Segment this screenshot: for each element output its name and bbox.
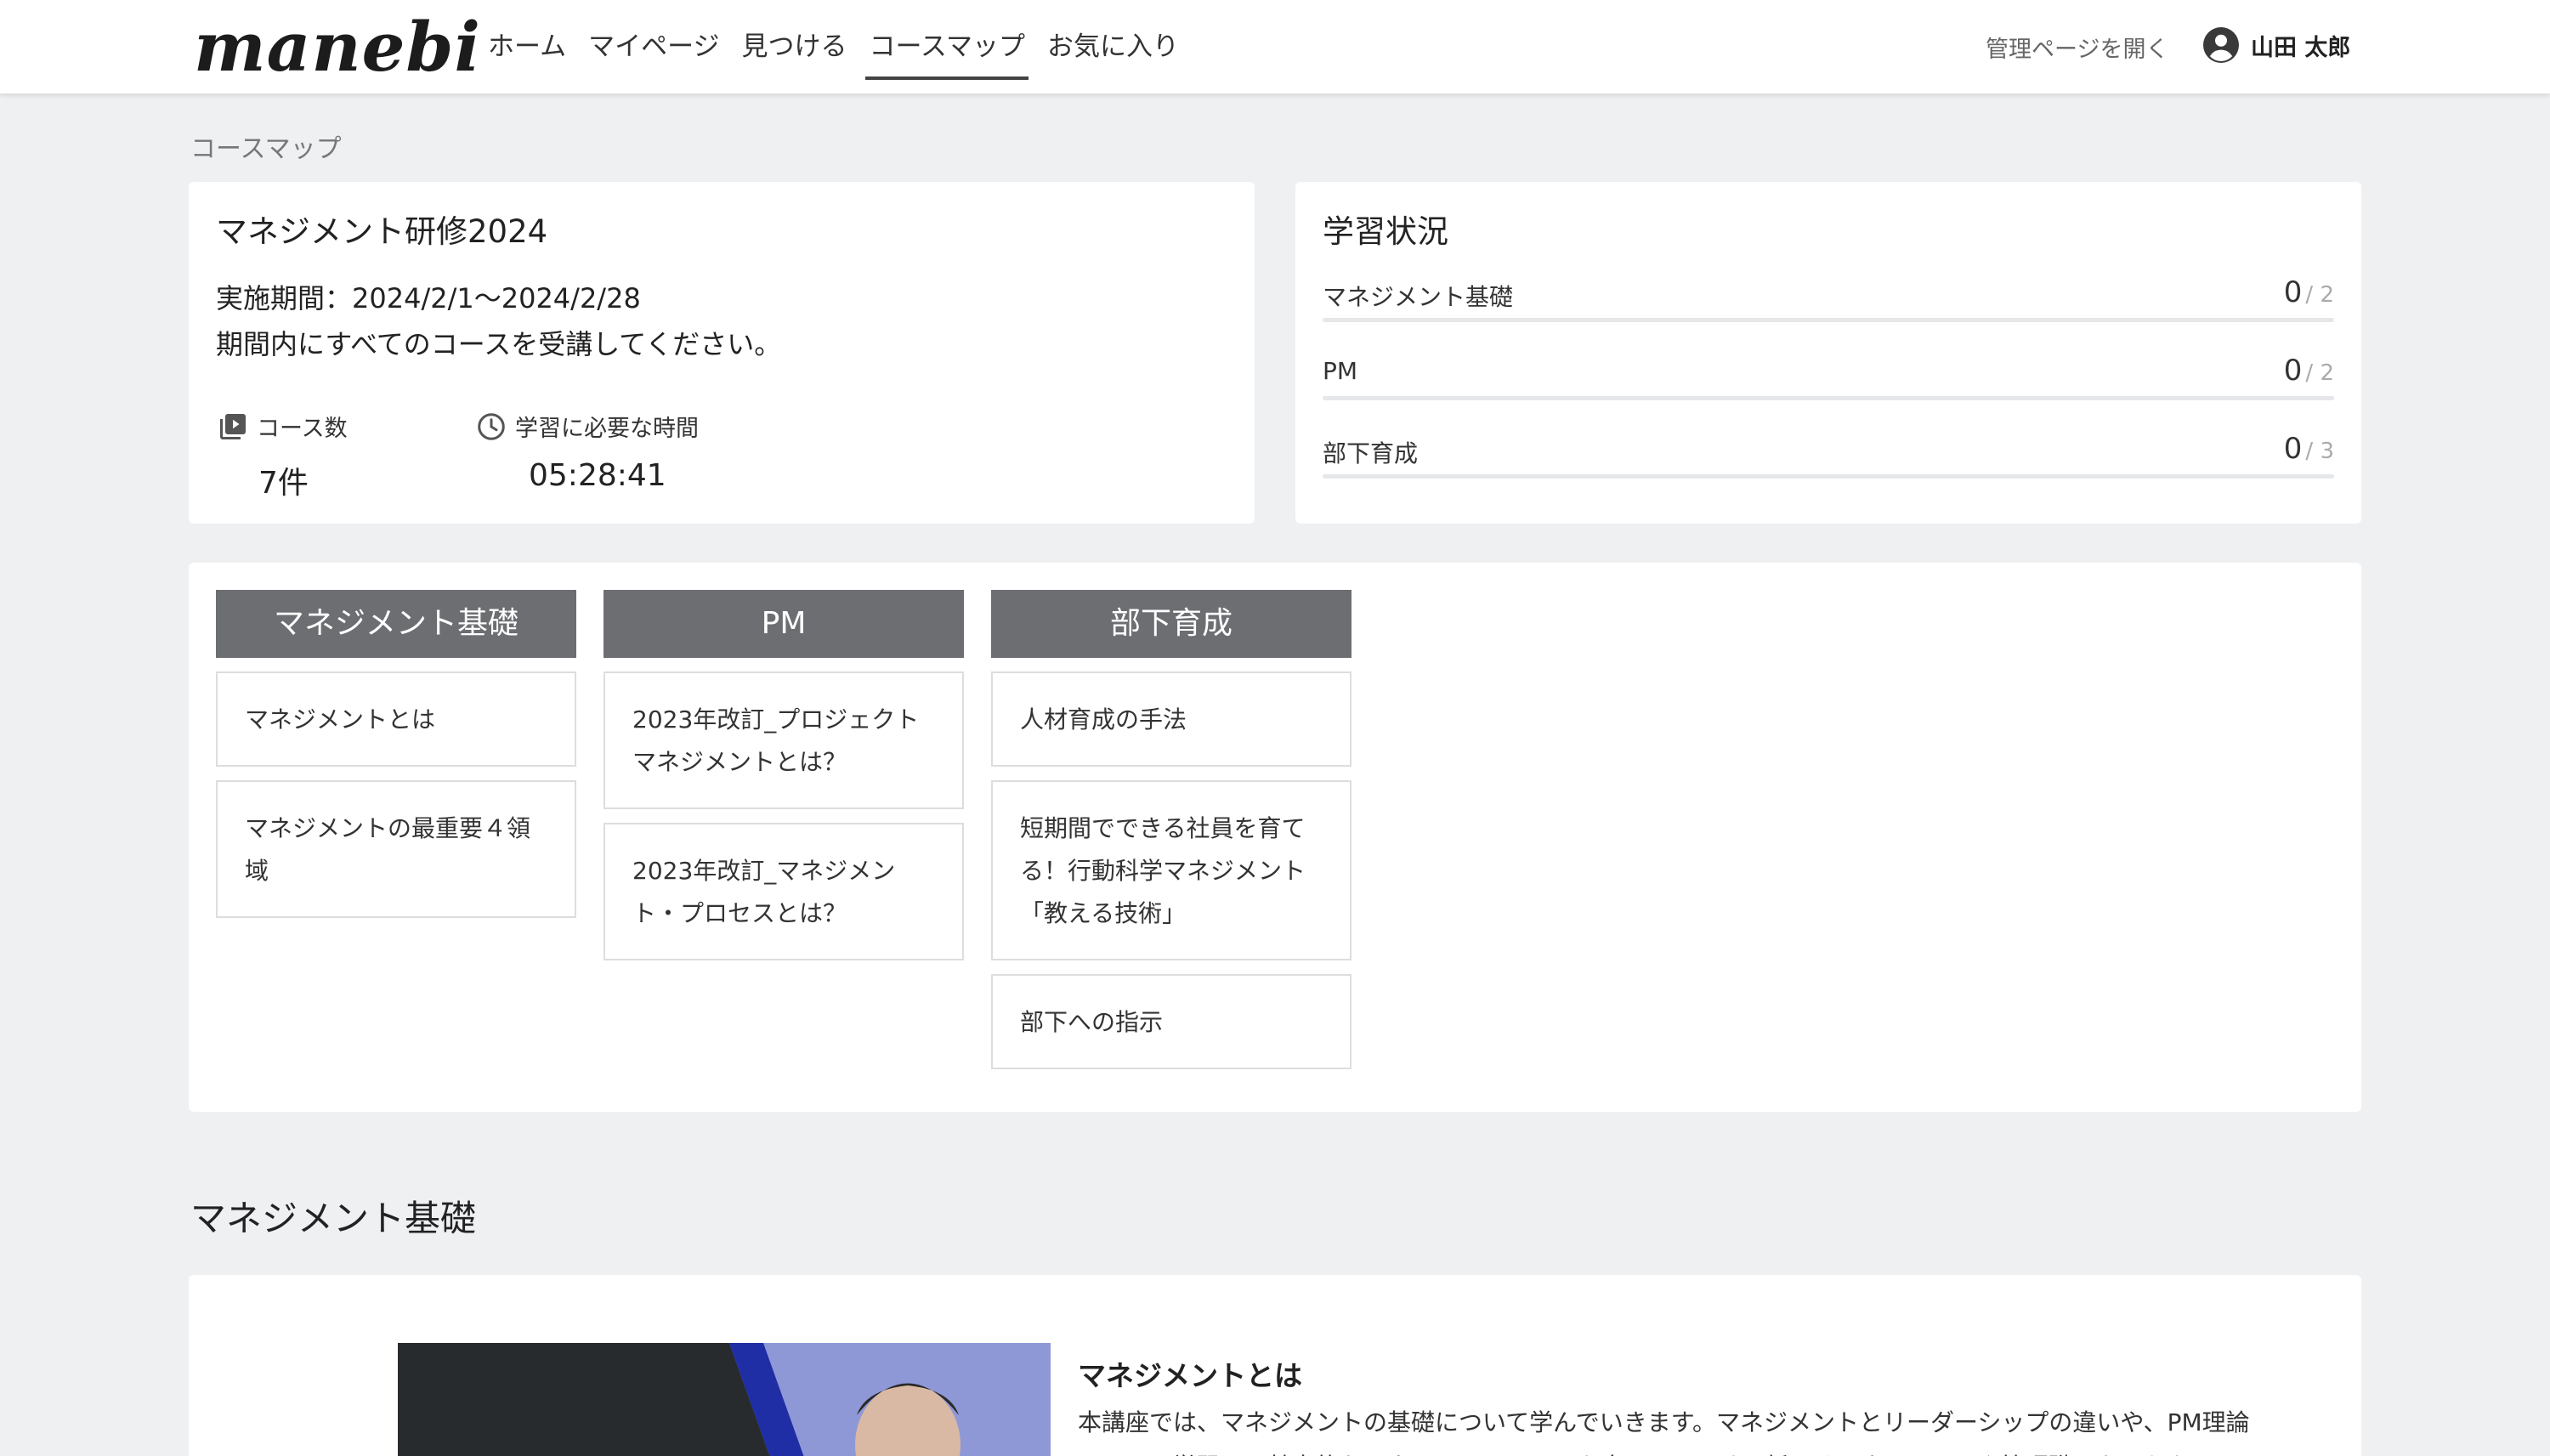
progress-bar <box>1323 318 2334 322</box>
progress-bar <box>1323 396 2334 400</box>
course-map-column: マネジメント基礎 マネジメントとは マネジメントの最重要４領域 <box>216 590 576 918</box>
study-time-stat: 学習に必要な時間 <box>476 410 699 443</box>
learning-status-title: 学習状況 <box>1323 213 1448 250</box>
top-header: manebi ホーム マイページ 見つける コースマップ お気に入り 管理ページ… <box>0 0 2550 93</box>
logo[interactable]: manebi <box>194 8 481 85</box>
course-map-item[interactable]: マネジメントとは <box>216 671 576 767</box>
progress-name: 部下育成 <box>1323 439 1419 467</box>
course-thumbnail-image <box>398 1343 1051 1456</box>
program-period: 実施期間：2024/2/1〜2024/2/28 <box>216 282 641 314</box>
category-header: マネジメント基礎 <box>216 590 576 658</box>
progress-bar <box>1323 474 2334 479</box>
study-time-value: 05:28:41 <box>529 458 666 493</box>
progress-count: 0/ 2 <box>2284 275 2334 309</box>
course-map-card: マネジメント基礎 マネジメントとは マネジメントの最重要４領域 PM 2023年… <box>189 563 2361 1112</box>
progress-name: マネジメント基礎 <box>1323 283 1514 311</box>
progress-row-management-basics: マネジメント基礎 0/ 2 <box>1323 275 2334 330</box>
course-map-item[interactable]: 人材育成の手法 <box>991 671 1352 767</box>
program-info-card: マネジメント研修2024 実施期間：2024/2/1〜2024/2/28 期間内… <box>189 182 1255 524</box>
course-count-label: コース数 <box>257 416 348 442</box>
progress-row-subordinate-dev: 部下育成 0/ 3 <box>1323 432 2334 486</box>
nav-home[interactable]: ホーム <box>488 0 566 93</box>
category-header: 部下育成 <box>991 590 1352 658</box>
category-header: PM <box>604 590 964 658</box>
nav-favorites[interactable]: お気に入り <box>1047 0 1179 93</box>
course-thumbnail[interactable] <box>398 1343 1051 1456</box>
course-map-item[interactable]: 2023年改訂_プロジェクトマネジメントとは？ <box>604 671 964 809</box>
admin-page-link[interactable]: 管理ページを開く <box>1986 31 2168 64</box>
course-map-item[interactable]: マネジメントの最重要４領域 <box>216 780 576 918</box>
course-map-item[interactable]: 2023年改訂_マネジメント・プロセスとは？ <box>604 823 964 960</box>
course-description: 本講座では、マネジメントの基礎について学んでいきます。マネジメントとリーダーシッ… <box>1078 1408 2250 1456</box>
clock-icon <box>478 412 505 440</box>
program-title: マネジメント研修2024 <box>216 213 548 250</box>
course-count-value: 7件 <box>258 466 309 501</box>
progress-count: 0/ 3 <box>2284 432 2334 466</box>
progress-total: / 2 <box>2305 360 2334 386</box>
progress-count: 0/ 2 <box>2284 354 2334 388</box>
progress-done: 0 <box>2283 275 2303 309</box>
play-library-icon <box>220 413 246 439</box>
course-card[interactable]: マネジメントとは 本講座では、マネジメントの基礎について学んでいきます。マネジメ… <box>189 1275 2361 1456</box>
course-map-column: PM 2023年改訂_プロジェクトマネジメントとは？ 2023年改訂_マネジメン… <box>604 590 964 960</box>
course-count-stat: コース数 <box>218 410 348 443</box>
course-title[interactable]: マネジメントとは <box>1078 1353 1302 1394</box>
user-name: 山田 太郎 <box>2251 34 2351 61</box>
course-map-column: 部下育成 人材育成の手法 短期間でできる社員を育てる！行動科学マネジメント「教え… <box>991 590 1352 1069</box>
progress-total: / 2 <box>2305 282 2334 308</box>
nav-discover[interactable]: 見つける <box>741 0 847 93</box>
nav-course-map[interactable]: コースマップ <box>865 0 1028 93</box>
progress-name: PM <box>1323 357 1358 385</box>
progress-total: / 3 <box>2305 439 2334 464</box>
progress-row-pm: PM 0/ 2 <box>1323 354 2334 408</box>
learning-status-card: 学習状況 マネジメント基礎 0/ 2 PM 0/ 2 部下育成 0/ 3 <box>1295 182 2361 524</box>
nav-mypage[interactable]: マイページ <box>588 0 719 93</box>
main-nav: ホーム マイページ 見つける コースマップ お気に入り <box>488 0 1201 93</box>
course-map-item[interactable]: 部下への指示 <box>991 974 1352 1069</box>
course-map-item[interactable]: 短期間でできる社員を育てる！行動科学マネジメント「教える技術」 <box>991 780 1352 960</box>
program-description: 期間内にすべてのコースを受講してください。 <box>216 328 782 360</box>
breadcrumb: コースマップ <box>190 134 342 164</box>
progress-done: 0 <box>2283 432 2303 466</box>
section-title: マネジメント基礎 <box>190 1198 477 1239</box>
progress-done: 0 <box>2283 354 2303 388</box>
user-menu[interactable]: 山田 太郎 <box>2203 27 2350 63</box>
study-time-label: 学習に必要な時間 <box>515 416 699 442</box>
account-circle-icon <box>2203 27 2239 63</box>
